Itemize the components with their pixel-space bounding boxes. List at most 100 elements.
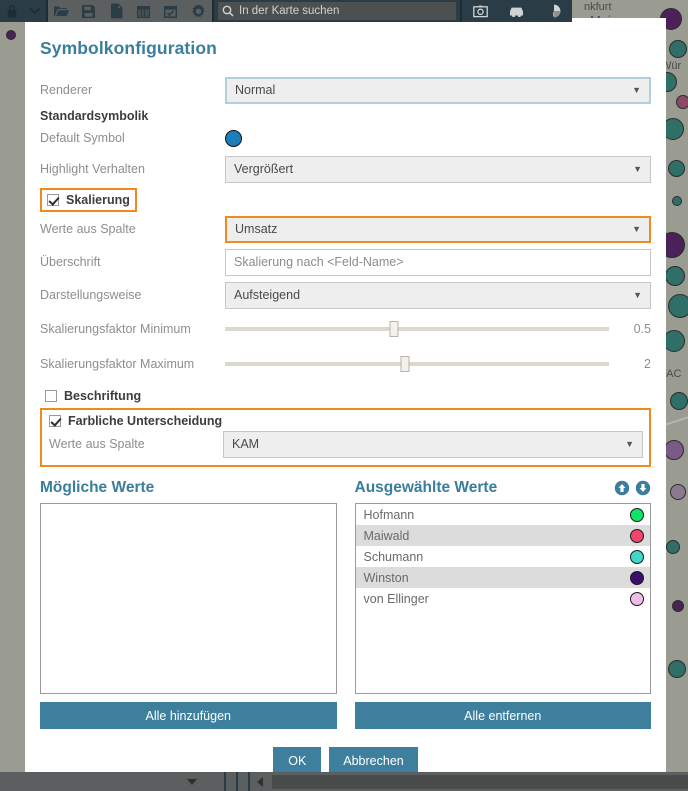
color-coding-column-label: Werte aus Spalte bbox=[49, 437, 145, 451]
arrow-down-circle-icon[interactable] bbox=[635, 480, 651, 496]
chevron-down-icon: ▼ bbox=[632, 85, 641, 95]
list-item-color-swatch[interactable] bbox=[630, 570, 644, 585]
labeling-checkbox-label: Beschriftung bbox=[64, 389, 142, 403]
cancel-button[interactable]: Abbrechen bbox=[329, 747, 418, 774]
ok-button[interactable]: OK bbox=[273, 747, 322, 774]
search-container: In der Karte suchen bbox=[214, 0, 460, 22]
scaling-max-row: Skalierungsfaktor Maximum 2 bbox=[40, 348, 651, 380]
renderer-row: Renderer Normal ▼ bbox=[40, 75, 651, 105]
remove-all-button[interactable]: Alle entfernen bbox=[354, 702, 651, 729]
scaling-caption-row: Überschrift Skalierung nach <Feld-Name> bbox=[40, 247, 651, 277]
calendar-icon[interactable] bbox=[131, 0, 157, 22]
default-symbol-swatch[interactable] bbox=[225, 129, 242, 147]
map-marker[interactable] bbox=[670, 484, 686, 500]
list-item-label: Schumann bbox=[363, 549, 424, 564]
scaling-max-slider[interactable] bbox=[225, 351, 609, 377]
scaling-mode-value: Aufsteigend bbox=[234, 288, 301, 302]
list-item[interactable]: von Ellinger bbox=[356, 588, 651, 609]
chevron-down-icon: ▼ bbox=[633, 290, 642, 300]
list-item[interactable]: Maiwald bbox=[355, 525, 650, 546]
map-marker[interactable] bbox=[672, 196, 682, 206]
color-coding-column-value: KAM bbox=[232, 437, 260, 451]
renderer-value: Normal bbox=[235, 83, 276, 97]
color-coding-checkbox[interactable] bbox=[49, 415, 61, 427]
search-input[interactable]: In der Karte suchen bbox=[218, 2, 456, 20]
highlight-select[interactable]: Vergrößert ▼ bbox=[225, 155, 651, 183]
scaling-checkbox[interactable] bbox=[47, 194, 59, 206]
bottom-scrollbar[interactable] bbox=[272, 774, 688, 789]
app-root: nkfurt Main Wür FAC bbox=[0, 0, 688, 791]
search-icon bbox=[222, 5, 234, 17]
map-marker[interactable] bbox=[6, 30, 16, 40]
folder-open-icon[interactable] bbox=[49, 0, 75, 22]
scaling-column-value: Umsatz bbox=[235, 222, 278, 236]
scaling-column-select[interactable]: Umsatz ▼ bbox=[225, 215, 651, 243]
highlight-label: Highlight Verhalten bbox=[40, 162, 145, 176]
map-marker[interactable] bbox=[668, 660, 686, 678]
scaling-mode-select[interactable]: Aufsteigend ▼ bbox=[225, 281, 651, 309]
scaling-checkbox-row[interactable]: Skalierung bbox=[40, 188, 137, 212]
triangle-down-icon bbox=[187, 778, 197, 785]
slider-thumb[interactable] bbox=[400, 356, 410, 372]
map-marker[interactable] bbox=[672, 600, 684, 612]
pie-chart-icon[interactable] bbox=[541, 0, 567, 22]
list-item-color-swatch[interactable] bbox=[630, 591, 644, 606]
scaling-caption-label: Überschrift bbox=[40, 255, 101, 269]
slider-track bbox=[225, 362, 609, 366]
labeling-checkbox[interactable] bbox=[45, 390, 57, 402]
scaling-caption-input[interactable]: Skalierung nach <Feld-Name> bbox=[225, 248, 651, 276]
list-item-label: Hofmann bbox=[363, 507, 415, 522]
gear-icon[interactable] bbox=[185, 0, 211, 22]
new-document-icon[interactable] bbox=[103, 0, 129, 22]
map-marker[interactable] bbox=[668, 294, 688, 318]
bottom-spacer bbox=[0, 772, 182, 791]
car-icon[interactable] bbox=[504, 0, 530, 22]
color-coding-checkbox-row[interactable]: Farbliche Unterscheidung bbox=[45, 413, 226, 429]
scroll-left-button[interactable] bbox=[250, 772, 270, 791]
color-coding-column-row: Werte aus Spalte KAM ▼ bbox=[45, 429, 643, 459]
add-all-button[interactable]: Alle hinzufügen bbox=[40, 702, 337, 729]
top-toolbar: In der Karte suchen bbox=[0, 0, 688, 22]
selected-values-listbox[interactable]: Hofmann Maiwald Schumann Winston von Ellinge… bbox=[354, 503, 651, 694]
map-marker[interactable] bbox=[676, 95, 688, 109]
bottom-divider bbox=[236, 772, 238, 791]
scaling-max-label: Skalierungsfaktor Maximum bbox=[40, 357, 195, 371]
color-coding-column-select[interactable]: KAM ▼ bbox=[223, 430, 643, 458]
default-symbol-label: Default Symbol bbox=[40, 131, 125, 145]
list-item-color-swatch[interactable] bbox=[630, 549, 644, 564]
selected-values-column: Ausgewählte Werte Hofmann Maiwald Schumann… bbox=[354, 479, 651, 729]
list-item[interactable]: Winston bbox=[355, 567, 650, 588]
labeling-checkbox-row[interactable]: Beschriftung bbox=[40, 386, 146, 406]
map-marker[interactable] bbox=[664, 440, 684, 460]
chevron-down-icon[interactable] bbox=[23, 0, 46, 22]
list-item[interactable]: Hofmann bbox=[356, 504, 651, 525]
map-marker[interactable] bbox=[670, 392, 688, 410]
renderer-label: Renderer bbox=[40, 83, 93, 97]
camera-icon[interactable] bbox=[467, 0, 493, 22]
scaling-min-slider[interactable] bbox=[225, 316, 609, 342]
slider-thumb[interactable] bbox=[389, 321, 399, 337]
renderer-select[interactable]: Normal ▼ bbox=[225, 76, 651, 104]
list-item-color-swatch[interactable] bbox=[630, 528, 644, 543]
map-marker[interactable] bbox=[666, 540, 680, 554]
symbol-configuration-dialog: Symbolkonfiguration Renderer Normal ▼ St… bbox=[25, 18, 666, 774]
dropdown-toggle-button[interactable] bbox=[182, 772, 202, 791]
calendar-check-icon[interactable] bbox=[158, 0, 184, 22]
arrow-up-circle-icon[interactable] bbox=[614, 480, 630, 496]
map-marker[interactable] bbox=[668, 160, 685, 177]
save-icon[interactable] bbox=[76, 0, 102, 22]
slider-track bbox=[225, 327, 609, 331]
available-values-listbox[interactable] bbox=[40, 503, 337, 694]
map-marker[interactable] bbox=[669, 40, 687, 58]
list-item[interactable]: Schumann bbox=[356, 546, 651, 567]
color-coding-group: Farbliche Unterscheidung Werte aus Spalt… bbox=[40, 408, 651, 467]
lock-icon[interactable] bbox=[0, 0, 23, 22]
chevron-down-icon: ▼ bbox=[632, 224, 641, 234]
list-item-label: Maiwald bbox=[363, 528, 410, 543]
list-item-color-swatch[interactable] bbox=[630, 507, 644, 522]
map-marker[interactable] bbox=[665, 266, 685, 286]
scaling-column-row: Werte aus Spalte Umsatz ▼ bbox=[40, 214, 651, 244]
map-marker[interactable] bbox=[663, 330, 685, 352]
list-item-label: von Ellinger bbox=[363, 591, 429, 606]
scaling-mode-label: Darstellungsweise bbox=[40, 288, 142, 302]
